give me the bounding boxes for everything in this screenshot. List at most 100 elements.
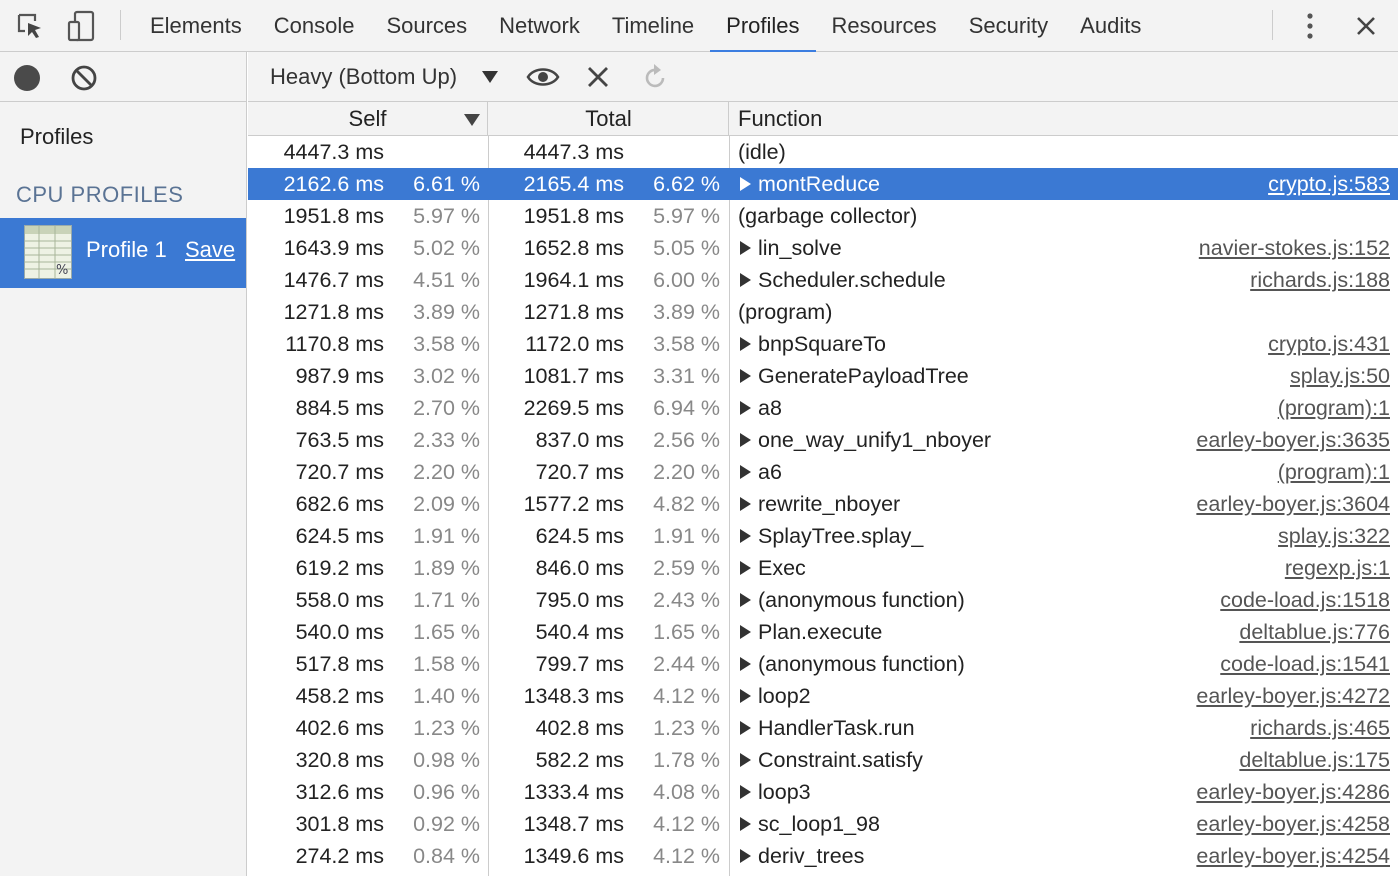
table-row[interactable]: 682.6 ms 2.09 % 1577.2 ms 4.82 % rewrite_nbo…	[248, 488, 1398, 520]
table-row[interactable]: 763.5 ms 2.33 % 837.0 ms 2.56 % one_way_unif…	[248, 424, 1398, 456]
table-row[interactable]: 320.8 ms 0.98 % 582.2 ms 1.78 % Constraint.s…	[248, 744, 1398, 776]
tab-timeline[interactable]: Timeline	[596, 0, 710, 52]
expand-triangle-icon[interactable]	[740, 369, 751, 383]
table-row[interactable]: 458.2 ms 1.40 % 1348.3 ms 4.12 % loop2 earley…	[248, 680, 1398, 712]
table-row[interactable]: 517.8 ms 1.58 % 799.7 ms 2.44 % (anonymous f…	[248, 648, 1398, 680]
total-percent: 6.94 %	[653, 396, 720, 420]
dropdown-arrow-icon[interactable]	[482, 71, 498, 83]
clear-all-icon[interactable]	[70, 64, 98, 92]
table-row[interactable]: 540.0 ms 1.65 % 540.4 ms 1.65 % Plan.execute…	[248, 616, 1398, 648]
source-link[interactable]: code-load.js:1541	[1220, 648, 1390, 680]
total-percent: 4.12 %	[653, 812, 720, 836]
tab-security[interactable]: Security	[953, 0, 1064, 52]
function-name: one_way_unify1_nboyer	[758, 428, 992, 452]
expand-triangle-icon[interactable]	[740, 465, 751, 479]
expand-triangle-icon[interactable]	[740, 529, 751, 543]
source-link[interactable]: splay.js:322	[1278, 520, 1390, 552]
expand-triangle-icon[interactable]	[740, 561, 751, 575]
table-row[interactable]: 720.7 ms 2.20 % 720.7 ms 2.20 % a6 (program):…	[248, 456, 1398, 488]
close-devtools-icon[interactable]	[1346, 0, 1386, 52]
source-link[interactable]: (program):1	[1278, 456, 1390, 488]
tab-elements[interactable]: Elements	[134, 0, 258, 52]
tab-network[interactable]: Network	[483, 0, 596, 52]
source-link[interactable]: deltablue.js:776	[1239, 616, 1390, 648]
source-link[interactable]: (program):1	[1278, 392, 1390, 424]
expand-triangle-icon[interactable]	[740, 433, 751, 447]
source-link[interactable]: earley-boyer.js:4272	[1196, 680, 1390, 712]
table-row[interactable]: 1271.8 ms 3.89 % 1271.8 ms 3.89 % (program)	[248, 296, 1398, 328]
table-row[interactable]: 1643.9 ms 5.02 % 1652.8 ms 5.05 % lin_solve n…	[248, 232, 1398, 264]
table-row[interactable]: 274.2 ms 0.84 % 1349.6 ms 4.12 % deriv_trees…	[248, 840, 1398, 872]
expand-triangle-icon[interactable]	[740, 657, 751, 671]
expand-triangle-icon[interactable]	[740, 753, 751, 767]
more-menu-icon[interactable]	[1292, 0, 1328, 52]
expand-triangle-icon[interactable]	[740, 817, 751, 831]
expand-triangle-icon[interactable]	[740, 785, 751, 799]
table-row[interactable]: 884.5 ms 2.70 % 2269.5 ms 6.94 % a8 (program)…	[248, 392, 1398, 424]
expand-triangle-icon[interactable]	[740, 497, 751, 511]
expand-triangle-icon[interactable]	[740, 689, 751, 703]
profiles-title[interactable]: Profiles	[20, 124, 93, 150]
source-link[interactable]: navier-stokes.js:152	[1199, 232, 1390, 264]
source-link[interactable]: crypto.js:431	[1268, 328, 1390, 360]
table-row[interactable]: 301.8 ms 0.92 % 1348.7 ms 4.12 % sc_loop1_98…	[248, 808, 1398, 840]
total-time: 540.4 ms	[535, 620, 624, 644]
total-percent: 4.12 %	[653, 844, 720, 868]
inspect-element-icon[interactable]	[12, 0, 48, 52]
source-link[interactable]: regexp.js:1	[1285, 552, 1390, 584]
view-mode-select[interactable]: Heavy (Bottom Up)	[270, 52, 457, 102]
table-row[interactable]: 558.0 ms 1.71 % 795.0 ms 2.43 % (anonymous f…	[248, 584, 1398, 616]
source-link[interactable]: richards.js:188	[1250, 264, 1390, 296]
expand-triangle-icon[interactable]	[740, 625, 751, 639]
sort-descending-icon	[464, 114, 480, 126]
source-link[interactable]: earley-boyer.js:3604	[1196, 488, 1390, 520]
expand-triangle-icon[interactable]	[740, 337, 751, 351]
record-icon[interactable]	[14, 65, 40, 91]
table-row[interactable]: 402.6 ms 1.23 % 402.8 ms 1.23 % HandlerTask.…	[248, 712, 1398, 744]
expand-triangle-icon[interactable]	[740, 721, 751, 735]
tab-console[interactable]: Console	[258, 0, 371, 52]
source-link[interactable]: earley-boyer.js:3635	[1196, 424, 1390, 456]
table-row[interactable]: 1951.8 ms 5.97 % 1951.8 ms 5.97 % (garbage c…	[248, 200, 1398, 232]
tab-resources[interactable]: Resources	[816, 0, 953, 52]
source-link[interactable]: earley-boyer.js:4258	[1196, 808, 1390, 840]
self-percent: 3.02 %	[413, 364, 480, 388]
table-row[interactable]: 1170.8 ms 3.58 % 1172.0 ms 3.58 % bnpSquareT…	[248, 328, 1398, 360]
table-row[interactable]: 4447.3 ms 4447.3 ms (idle)	[248, 136, 1398, 168]
column-header-self[interactable]: Self	[248, 102, 488, 136]
table-row[interactable]: 987.9 ms 3.02 % 1081.7 ms 3.31 % GeneratePay…	[248, 360, 1398, 392]
source-link[interactable]: crypto.js:583	[1268, 168, 1390, 200]
focus-eye-icon[interactable]	[526, 64, 560, 96]
table-row[interactable]: 1476.7 ms 4.51 % 1964.1 ms 6.00 % Scheduler.…	[248, 264, 1398, 296]
table-row[interactable]: 619.2 ms 1.89 % 846.0 ms 2.59 % Exec regexp.j…	[248, 552, 1398, 584]
expand-triangle-icon[interactable]	[740, 273, 751, 287]
column-header-function[interactable]: Function	[730, 102, 1398, 136]
save-profile-link[interactable]: Save	[185, 237, 235, 263]
source-link[interactable]: earley-boyer.js:4286	[1196, 776, 1390, 808]
profile-list-item[interactable]: % Profile 1 Save	[0, 218, 246, 288]
source-link[interactable]: deltablue.js:175	[1239, 744, 1390, 776]
source-link[interactable]: richards.js:465	[1250, 712, 1390, 744]
self-percent: 2.33 %	[413, 428, 480, 452]
expand-triangle-icon[interactable]	[740, 177, 751, 191]
restore-reload-icon[interactable]	[642, 62, 668, 98]
tab-profiles[interactable]: Profiles	[710, 0, 816, 53]
source-link[interactable]: earley-boyer.js:4254	[1196, 840, 1390, 872]
source-link[interactable]: code-load.js:1518	[1220, 584, 1390, 616]
table-row[interactable]: 624.5 ms 1.91 % 624.5 ms 1.91 % SplayTree.sp…	[248, 520, 1398, 552]
table-row[interactable]: 2162.6 ms 6.61 % 2165.4 ms 6.62 % montReduce…	[248, 168, 1398, 200]
self-time: 624.5 ms	[295, 524, 384, 548]
tab-sources[interactable]: Sources	[370, 0, 483, 52]
source-link[interactable]: splay.js:50	[1290, 360, 1390, 392]
expand-triangle-icon[interactable]	[740, 241, 751, 255]
exclude-x-icon[interactable]	[586, 64, 610, 96]
tab-audits[interactable]: Audits	[1064, 0, 1157, 52]
total-percent: 1.78 %	[653, 748, 720, 772]
expand-triangle-icon[interactable]	[740, 401, 751, 415]
column-header-total[interactable]: Total	[489, 102, 729, 136]
expand-triangle-icon[interactable]	[740, 849, 751, 863]
total-percent: 2.20 %	[653, 460, 720, 484]
expand-triangle-icon[interactable]	[740, 593, 751, 607]
device-mode-icon[interactable]	[64, 0, 100, 52]
table-row[interactable]: 312.6 ms 0.96 % 1333.4 ms 4.08 % loop3 earley…	[248, 776, 1398, 808]
